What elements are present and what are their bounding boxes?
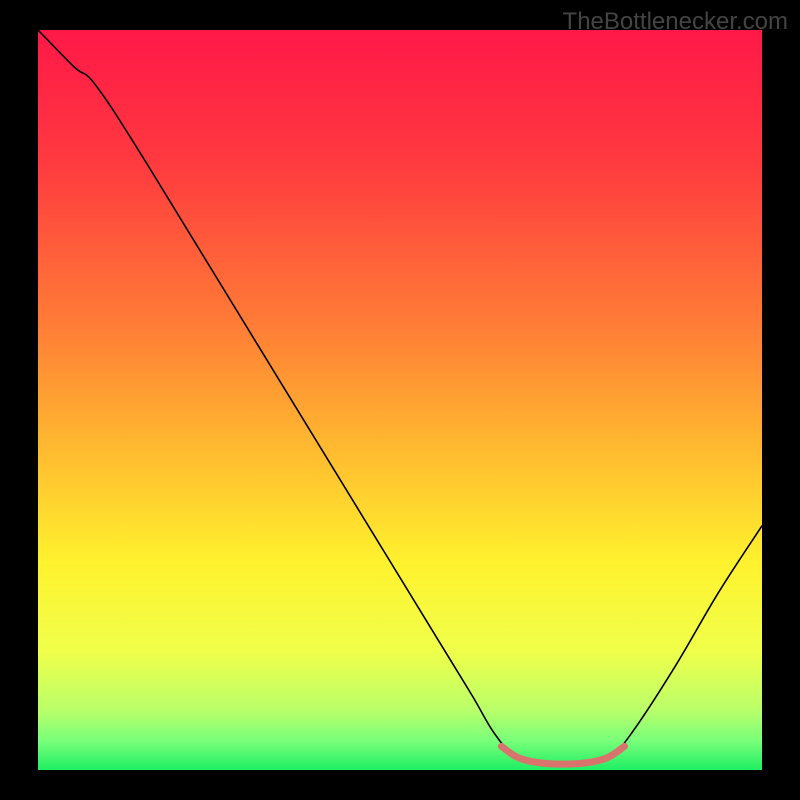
- bottleneck-chart: [38, 30, 762, 770]
- watermark-text: TheBottlenecker.com: [563, 8, 788, 36]
- chart-area: [38, 30, 762, 770]
- gradient-background: [38, 30, 762, 770]
